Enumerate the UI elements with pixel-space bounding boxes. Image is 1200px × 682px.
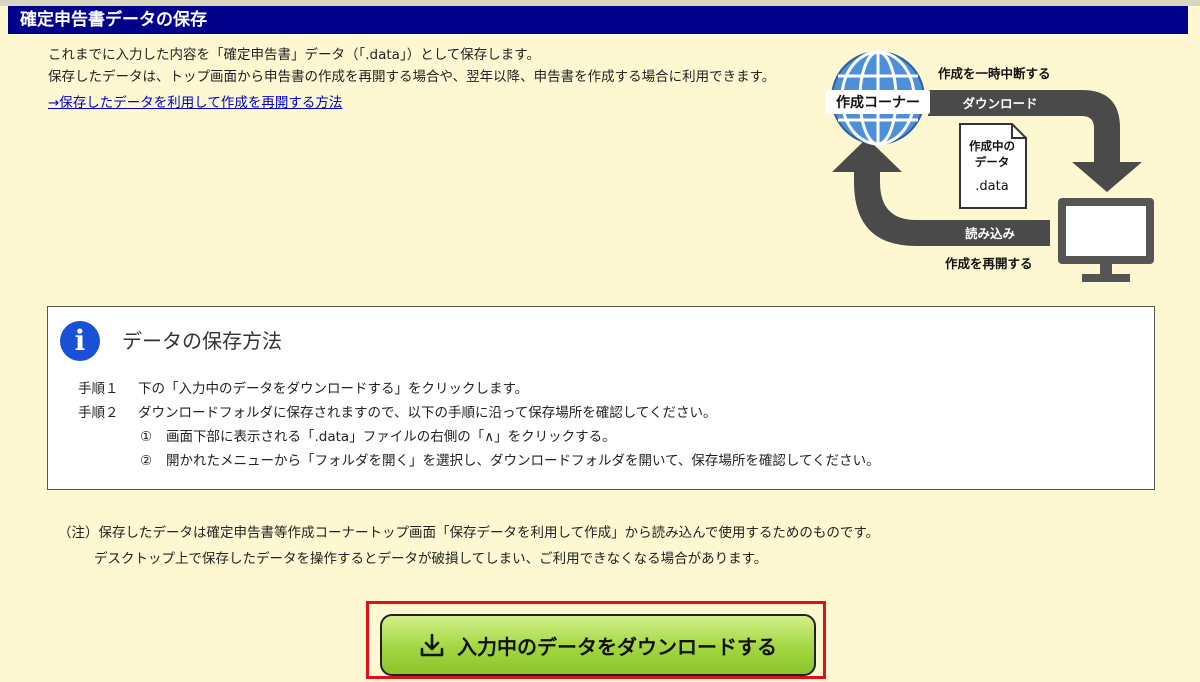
step-1-label: 手順１: [78, 381, 119, 397]
steps-list: 手順１ 下の「入力中のデータをダウンロードする」をクリックします。 手順２ ダウ…: [78, 377, 880, 473]
sub-step-2-text: 開かれたメニューから「フォルダを開く」を選択し、ダウンロードフォルダを開いて、保…: [166, 453, 880, 469]
sub-step-2-num: ②: [140, 453, 153, 469]
file-ext: .data: [975, 179, 1008, 194]
globe-label: 作成コーナー: [836, 94, 920, 111]
step-1: 手順１ 下の「入力中のデータをダウンロードする」をクリックします。: [78, 377, 880, 401]
step-2-text: ダウンロードフォルダに保存されますので、以下の手順に沿って保存場所を確認してくだ…: [138, 405, 717, 421]
download-label: ダウンロード: [962, 96, 1037, 111]
download-data-button[interactable]: 入力中のデータをダウンロードする: [380, 614, 816, 676]
caution-note: （注）保存したデータは確定申告書等作成コーナートップ画面「保存データを利用して作…: [58, 520, 879, 572]
note-line-1: （注）保存したデータは確定申告書等作成コーナートップ画面「保存データを利用して作…: [58, 525, 880, 541]
info-icon: i: [60, 321, 100, 361]
resume-method-link[interactable]: →保存したデータを利用して作成を再開する方法: [48, 92, 812, 114]
file-line-2: データ: [975, 155, 1010, 169]
page-title: 確定申告書データの保存: [8, 6, 1188, 34]
sub-step-1-text: 画面下部に表示される「.data」ファイルの右側の「∧」をクリックする。: [166, 429, 616, 445]
file-line-1: 作成中の: [969, 139, 1015, 153]
intro-text: これまでに入力した内容を「確定申告書」データ（「.data」）として保存します。…: [32, 44, 812, 114]
save-flow-diagram: 作成コーナー 作成を一時中断する ダウンロード 作成中の データ .data 読…: [826, 50, 1154, 282]
save-method-box: i データの保存方法 手順１ 下の「入力中のデータをダウンロードする」をクリック…: [47, 306, 1155, 490]
intro-line-2: 保存したデータは、トップ画面から申告書の作成を再開する場合や、翌年以降、申告書を…: [48, 69, 776, 85]
step-2-label: 手順２: [78, 405, 119, 421]
pause-label: 作成を一時中断する: [938, 66, 1051, 81]
sub-step-2: ② 開かれたメニューから「フォルダを開く」を選択し、ダウンロードフォルダを開いて…: [78, 449, 880, 473]
sub-step-1-num: ①: [140, 429, 153, 445]
step-2: 手順２ ダウンロードフォルダに保存されますので、以下の手順に沿って保存場所を確認…: [78, 401, 880, 425]
resume-label: 作成を再開する: [945, 256, 1033, 271]
note-line-2: デスクトップ上で保存したデータを操作するとデータが破損してしまい、ご利用できなく…: [94, 551, 768, 567]
step-1-text: 下の「入力中のデータをダウンロードする」をクリックします。: [138, 381, 529, 397]
monitor-icon: [1058, 198, 1154, 282]
load-label: 読み込み: [965, 226, 1016, 241]
intro-line-1: これまでに入力した内容を「確定申告書」データ（「.data」）として保存します。: [48, 47, 540, 63]
download-icon: [420, 633, 444, 657]
sub-step-1: ① 画面下部に表示される「.data」ファイルの右側の「∧」をクリックする。: [78, 425, 880, 449]
save-method-title: データの保存方法: [122, 329, 282, 353]
download-button-label: 入力中のデータをダウンロードする: [457, 634, 777, 659]
